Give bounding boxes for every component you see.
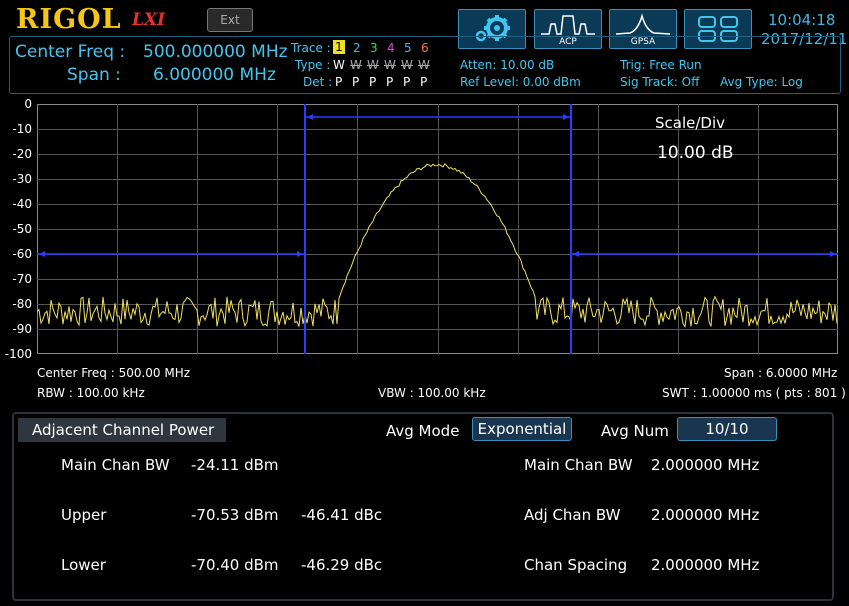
trace-4[interactable]: 4 (387, 41, 395, 55)
acp-title: Adjacent Channel Power (18, 418, 226, 442)
det-3: P (369, 75, 377, 89)
chan-spacing-label: Chan Spacing (524, 556, 628, 574)
y-tick-label: -40 (12, 197, 32, 211)
trig-value: Trig: Free Run (620, 58, 702, 72)
marker-arrow (563, 114, 569, 120)
marker-arrow (297, 251, 303, 257)
type-1: W (333, 58, 345, 72)
rigol-logo: RIGOL (16, 4, 122, 35)
y-tick-label: -70 (12, 272, 32, 286)
det-1: P (335, 75, 343, 89)
trace-3[interactable]: 3 (370, 41, 378, 55)
plot-vbw: VBW : 100.00 kHz (378, 386, 486, 400)
span-value[interactable]: 6.000000 MHz (153, 65, 276, 85)
avg-num-label: Avg Num (601, 422, 669, 440)
plot-swt: SWT : 1.00000 ms ( pts : 801 ) (662, 386, 846, 400)
adj-chan-bw-value[interactable]: 2.000000 MHz (651, 506, 759, 524)
det-5: P (403, 75, 411, 89)
y-tick-label: 0 (24, 97, 32, 111)
y-tick-label: -100 (4, 347, 32, 361)
plot-span: Span : 6.0000 MHz (724, 366, 838, 380)
clock-time: 10:04:18 (768, 11, 836, 29)
plot-rbw: RBW : 100.00 kHz (37, 386, 145, 400)
det-6: P (420, 75, 428, 89)
row-main-label: Main Chan BW (61, 456, 170, 474)
type-2: W (350, 58, 362, 72)
avg-mode-label: Avg Mode (386, 422, 460, 440)
y-tick-label: -90 (12, 322, 32, 336)
row-upper-dbm: -70.53 dBm (191, 506, 279, 524)
main-chan-bw-label: Main Chan BW (524, 456, 633, 474)
y-tick-label: -10 (12, 122, 32, 136)
type-6: W (418, 58, 430, 72)
det-label: Det : (303, 75, 333, 89)
scale-div-value: 10.00 dB (657, 143, 734, 163)
det-4: P (386, 75, 394, 89)
gpsa-icon (615, 13, 671, 35)
center-freq-value[interactable]: 500.000000 MHz (143, 42, 288, 62)
ref-level-value: Ref Level: 0.00 dBm (460, 75, 581, 89)
avg-mode-field[interactable]: Exponential (472, 417, 572, 441)
marker-arrow (307, 114, 313, 120)
avg-num-field[interactable]: 10/10 (677, 417, 777, 441)
chan-spacing-value[interactable]: 2.000000 MHz (651, 556, 759, 574)
y-tick-label: -80 (12, 297, 32, 311)
main-chan-bw-value[interactable]: 2.000000 MHz (651, 456, 759, 474)
type-5: W (401, 58, 413, 72)
trace-1[interactable]: 1 (333, 40, 345, 54)
ext-button[interactable]: Ext (207, 8, 253, 32)
row-upper-label: Upper (61, 506, 107, 524)
center-freq-label: Center Freq : (15, 42, 126, 62)
row-lower-label: Lower (61, 556, 106, 574)
span-label: Span : (67, 65, 121, 85)
sig-track-value: Sig Track: Off (620, 75, 700, 89)
spectrum-plot[interactable] (37, 104, 838, 354)
det-2: P (352, 75, 360, 89)
y-tick-label: -50 (12, 222, 32, 236)
marker-arrow (830, 251, 836, 257)
trace-2[interactable]: 2 (353, 41, 361, 55)
trace-6[interactable]: 6 (421, 41, 429, 55)
adj-chan-bw-label: Adj Chan BW (524, 506, 621, 524)
marker-arrow (39, 251, 45, 257)
row-lower-dbm: -70.40 dBm (191, 556, 279, 574)
spectrum-trace (37, 162, 838, 328)
plot-center-freq: Center Freq : 500.00 MHz (37, 366, 191, 380)
trace-5[interactable]: 5 (404, 41, 412, 55)
avg-type-value: Avg Type: Log (720, 75, 803, 89)
y-tick-label: -60 (12, 247, 32, 261)
row-main-dbm: -24.11 dBm (191, 456, 279, 474)
y-tick-label: -30 (12, 172, 32, 186)
acp-icon (541, 15, 595, 35)
lxi-logo: LXI (132, 10, 166, 30)
type-4: W (384, 58, 396, 72)
y-tick-label: -20 (12, 147, 32, 161)
atten-value: Atten: 10.00 dB (460, 58, 555, 72)
trace-label: Trace : (291, 41, 331, 55)
marker-arrow (573, 251, 579, 257)
scale-div-label: Scale/Div (655, 114, 726, 132)
type-label: Type : (295, 58, 331, 72)
row-lower-dbc: -46.29 dBc (301, 556, 383, 574)
row-upper-dbc: -46.41 dBc (301, 506, 383, 524)
type-3: W (367, 58, 379, 72)
plot-grid (37, 104, 838, 354)
